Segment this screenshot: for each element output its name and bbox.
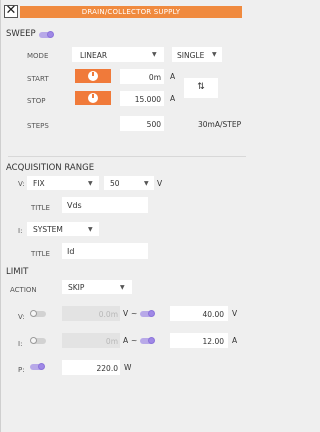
limit-p-toggle[interactable] xyxy=(30,363,46,371)
toggle-knob xyxy=(30,310,37,317)
limit-v-high-toggle[interactable] xyxy=(140,310,156,318)
start-dial-button[interactable] xyxy=(75,69,111,83)
limit-i-low-field[interactable]: 0m xyxy=(62,333,120,348)
chevron-down-icon: ▼ xyxy=(120,284,125,291)
acq-i-label: I: xyxy=(18,227,23,235)
acq-v-mode-select[interactable]: FIX ▼ xyxy=(27,176,99,190)
limit-p-label: P: xyxy=(18,366,25,374)
limit-i-high-field[interactable]: 12.00 xyxy=(170,333,228,348)
chevron-down-icon: ▼ xyxy=(88,226,93,233)
limit-p-field[interactable]: 220.0 xyxy=(62,360,120,375)
sweep-heading: SWEEP xyxy=(6,29,36,39)
acq-v-title-field[interactable]: Vds xyxy=(62,197,148,213)
start-label: START xyxy=(27,75,49,83)
acquisition-heading: ACQUISITION RANGE xyxy=(6,163,95,173)
mode-value: LINEAR xyxy=(80,51,108,60)
limit-action-select[interactable]: SKIP ▼ xyxy=(62,280,132,294)
limit-v-low-field[interactable]: 0.0m xyxy=(62,306,120,321)
acq-v-unit: V xyxy=(157,179,163,188)
toggle-knob xyxy=(38,363,45,370)
swap-button[interactable]: ⇅ xyxy=(184,78,218,98)
chevron-down-icon: ▼ xyxy=(152,51,157,58)
sweep-toggle-knob xyxy=(47,31,54,38)
limit-v-label: V: xyxy=(18,313,25,321)
chevron-down-icon: ▼ xyxy=(88,180,93,187)
limit-v-low-unit: V xyxy=(123,309,129,318)
mode-select[interactable]: LINEAR ▼ xyxy=(72,47,164,62)
limit-i-low-toggle[interactable] xyxy=(30,337,46,345)
stop-dial-button[interactable] xyxy=(75,91,111,105)
acq-i-title-field[interactable]: Id xyxy=(62,243,148,259)
toggle-knob xyxy=(30,337,37,344)
limit-p-unit: W xyxy=(124,363,132,372)
repeat-value: SINGLE xyxy=(177,51,205,60)
acq-v-label: V: xyxy=(18,180,25,188)
limit-heading: LIMIT xyxy=(6,267,29,277)
steps-field[interactable]: 500 xyxy=(120,116,164,131)
steps-label: STEPS xyxy=(27,122,49,130)
limit-i-high-unit: A xyxy=(232,336,238,345)
toggle-knob xyxy=(148,337,155,344)
limit-i-label: I: xyxy=(18,340,23,348)
limit-v-high-unit: V xyxy=(232,309,238,318)
limit-i-high-toggle[interactable] xyxy=(140,337,156,345)
acq-v-range-value: 50 xyxy=(110,179,120,188)
limit-i-tilde: ~ xyxy=(131,336,138,345)
limit-action-value: SKIP xyxy=(68,283,85,292)
step-size-readout: 30mA/STEP xyxy=(198,120,242,129)
acq-v-range-select[interactable]: 50 ▼ xyxy=(104,176,154,190)
acq-v-title-label: TITLE xyxy=(31,204,50,212)
stop-label: STOP xyxy=(27,97,46,105)
dial-icon-needle xyxy=(92,72,94,76)
repeat-select[interactable]: SINGLE ▼ xyxy=(172,47,222,62)
dial-icon-needle xyxy=(92,94,94,98)
stop-field[interactable]: 15.000 xyxy=(120,91,164,106)
mode-label: MODE xyxy=(27,52,49,60)
close-button[interactable]: ✕ xyxy=(4,3,18,18)
swap-icon: ⇅ xyxy=(197,82,205,92)
start-field[interactable]: 0m xyxy=(120,69,164,84)
panel-title: DRAIN/COLLECTOR SUPPLY xyxy=(20,6,242,18)
acq-i-mode-value: SYSTEM xyxy=(33,225,63,234)
close-icon: ✕ xyxy=(5,3,17,18)
acq-i-mode-select[interactable]: SYSTEM ▼ xyxy=(27,222,99,236)
toggle-knob xyxy=(148,310,155,317)
limit-v-high-field[interactable]: 40.00 xyxy=(170,306,228,321)
acq-i-title-label: TITLE xyxy=(31,250,50,258)
acq-v-mode-value: FIX xyxy=(33,179,45,188)
section-divider xyxy=(8,156,246,157)
start-unit: A xyxy=(170,72,176,81)
stop-unit: A xyxy=(170,94,176,103)
limit-v-low-toggle[interactable] xyxy=(30,310,46,318)
limit-action-label: ACTION xyxy=(10,286,37,294)
chevron-down-icon: ▼ xyxy=(212,51,217,58)
limit-i-low-unit: A xyxy=(123,336,129,345)
chevron-down-icon: ▼ xyxy=(144,180,149,187)
limit-v-tilde: ~ xyxy=(131,309,138,318)
